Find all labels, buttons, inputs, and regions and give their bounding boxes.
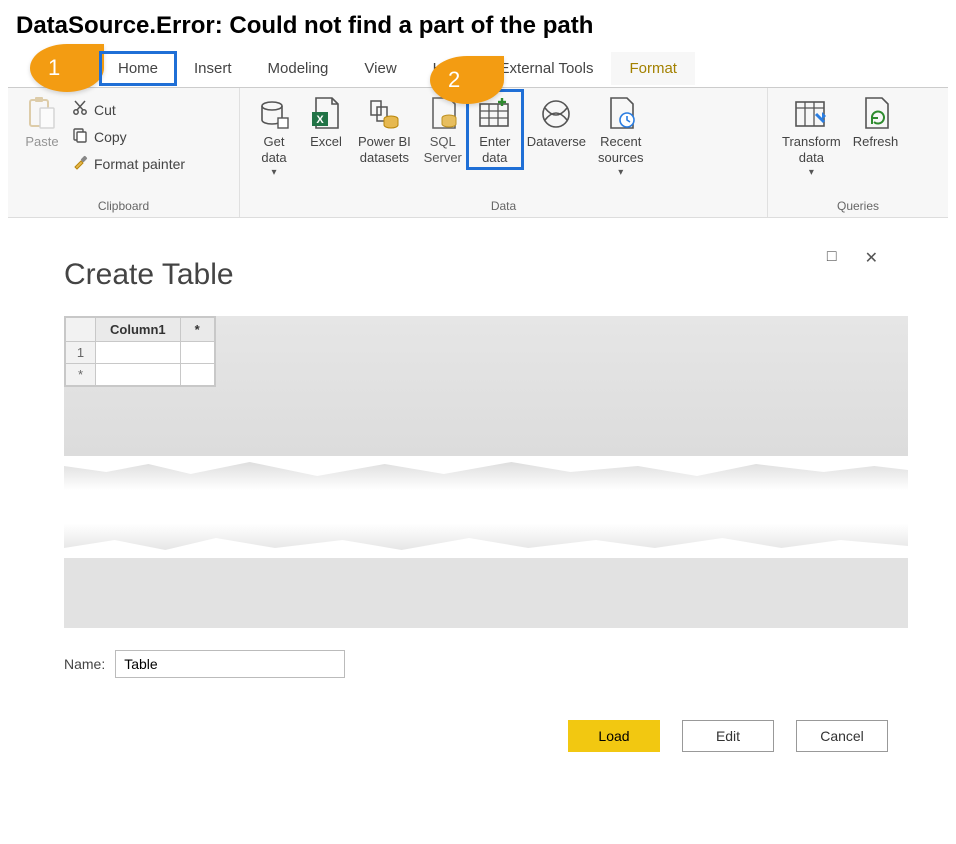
add-column[interactable]: * (180, 318, 214, 342)
recent-sources-button[interactable]: Recent sources (592, 92, 650, 179)
callout-1: 1 (30, 44, 104, 92)
cancel-button[interactable]: Cancel (796, 720, 888, 752)
excel-icon: X (308, 96, 344, 132)
get-data-button[interactable]: Get data (248, 92, 300, 179)
enter-data-label: Enter data (479, 134, 510, 167)
format-painter-button[interactable]: Format painter (68, 152, 189, 175)
cut-button[interactable]: Cut (68, 98, 189, 121)
data-grid[interactable]: Column1 * 1 * (64, 316, 216, 387)
tab-insert[interactable]: Insert (176, 52, 250, 85)
refresh-label: Refresh (853, 134, 899, 150)
sql-label: SQL Server (424, 134, 462, 167)
excel-button[interactable]: X Excel (300, 92, 352, 150)
grid-top: Column1 * 1 * (64, 316, 908, 456)
table-name-input[interactable] (115, 650, 345, 678)
brush-icon (72, 154, 88, 173)
row-number-star: * (66, 364, 96, 386)
paste-button[interactable]: Paste (16, 92, 68, 150)
paste-icon (24, 96, 60, 132)
transform-icon (793, 96, 829, 132)
dialog-title: Create Table (64, 258, 908, 292)
close-button[interactable]: ✕ (865, 248, 878, 268)
column-header-1[interactable]: Column1 (96, 318, 181, 342)
group-data: Get data X Excel Power BI datasets (240, 88, 768, 217)
tab-home[interactable]: Home (100, 52, 176, 85)
torn-edge-down (64, 450, 908, 490)
scissors-icon (72, 100, 88, 119)
excel-label: Excel (310, 134, 342, 150)
load-button[interactable]: Load (568, 720, 660, 752)
transform-data-button[interactable]: Transform data (776, 92, 847, 179)
group-queries: Transform data Refresh Queries (768, 88, 948, 217)
group-queries-label: Queries (776, 197, 940, 217)
group-clipboard: Paste Cut Copy (8, 88, 240, 217)
dataverse-icon (538, 96, 574, 132)
row-number-1: 1 (66, 342, 96, 364)
cell-new-row[interactable] (96, 364, 181, 386)
group-data-label: Data (248, 197, 759, 217)
grid-bottom (64, 558, 908, 628)
database-icon (256, 96, 292, 132)
group-clipboard-label: Clipboard (16, 197, 231, 217)
refresh-button[interactable]: Refresh (847, 92, 905, 150)
format-painter-label: Format painter (94, 156, 185, 172)
refresh-icon (858, 96, 894, 132)
edit-button[interactable]: Edit (682, 720, 774, 752)
copy-label: Copy (94, 129, 127, 145)
ribbon-container: 1 Home Insert Modeling View Help Externa… (8, 50, 948, 218)
powerbi-datasets-button[interactable]: Power BI datasets (352, 92, 417, 167)
copy-icon (72, 127, 88, 146)
page-heading: DataSource.Error: Could not find a part … (0, 0, 956, 50)
tab-modeling[interactable]: Modeling (250, 52, 347, 85)
corner-cell (66, 318, 96, 342)
tab-view[interactable]: View (346, 52, 414, 85)
tab-format[interactable]: Format (611, 52, 695, 85)
powerbi-icon (366, 96, 402, 132)
maximize-button[interactable]: □ (827, 248, 837, 268)
paste-label: Paste (25, 134, 58, 150)
powerbi-label: Power BI datasets (358, 134, 411, 167)
transform-label: Transform data (782, 134, 841, 167)
ribbon-body: 2 Paste Cut (8, 88, 948, 218)
cell-r1c1[interactable] (96, 342, 181, 364)
callout-2: 2 (430, 56, 504, 104)
create-table-dialog: □ ✕ Create Table Column1 * 1 * (64, 258, 908, 752)
recent-icon (603, 96, 639, 132)
get-data-label: Get data (261, 134, 286, 167)
cell-r1-add (180, 342, 214, 364)
name-label: Name: (64, 656, 105, 672)
callout-2-text: 2 (448, 67, 460, 93)
recent-label: Recent sources (598, 134, 644, 167)
cut-label: Cut (94, 102, 116, 118)
callout-1-text: 1 (48, 55, 60, 81)
dataverse-button[interactable]: Dataverse (521, 92, 592, 150)
svg-text:X: X (316, 114, 324, 126)
dataverse-label: Dataverse (527, 134, 586, 150)
copy-button[interactable]: Copy (68, 125, 189, 148)
